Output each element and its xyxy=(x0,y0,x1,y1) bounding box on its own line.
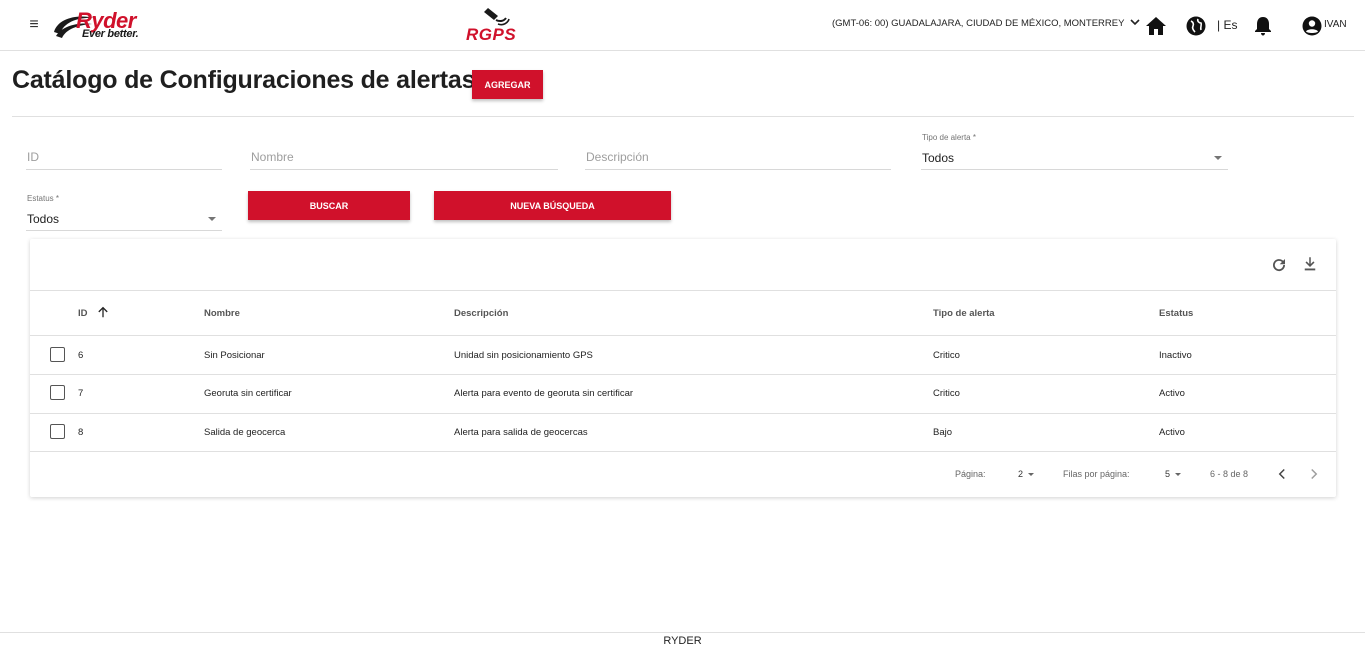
alert-type-label: Tipo de alerta * xyxy=(922,133,976,142)
cell-alert-type: Critico xyxy=(933,388,960,399)
timezone-select[interactable]: (GMT-06: 00) GUADALAJARA, CIUDAD DE MÉXI… xyxy=(832,18,1140,29)
status-select[interactable]: Estatus * Todos xyxy=(26,194,222,231)
column-header-name[interactable]: Nombre xyxy=(204,308,240,319)
search-button[interactable]: BUSCAR xyxy=(248,191,410,220)
footer-text: RYDER xyxy=(663,635,702,647)
row-checkbox[interactable] xyxy=(50,385,65,400)
page-title: Catálogo de Configuraciones de alertas xyxy=(12,66,476,94)
dropdown-caret-icon xyxy=(208,217,216,221)
cell-id: 6 xyxy=(78,350,84,361)
cell-alert-type: Bajo xyxy=(933,427,953,438)
column-header-id[interactable]: ID xyxy=(78,308,88,319)
id-field[interactable]: ID xyxy=(26,150,222,170)
new-search-button[interactable]: NUEVA BÚSQUEDA xyxy=(434,191,671,220)
cell-description: Alerta para salida de geocercas xyxy=(454,427,588,438)
column-header-status[interactable]: Estatus xyxy=(1159,308,1193,319)
ryder-logo[interactable]: Ryder Ever better. xyxy=(52,8,172,42)
rgps-logo: RGPS xyxy=(466,8,526,44)
name-placeholder: Nombre xyxy=(251,150,294,164)
id-placeholder: ID xyxy=(27,150,39,164)
name-field[interactable]: Nombre xyxy=(250,150,558,170)
download-icon[interactable] xyxy=(1301,255,1319,273)
column-header-alert-type[interactable]: Tipo de alerta xyxy=(933,308,995,319)
row-checkbox[interactable] xyxy=(50,347,65,362)
menu-icon[interactable]: ≡ xyxy=(26,14,42,36)
rows-per-page-label: Filas por página: xyxy=(1063,469,1130,479)
home-icon[interactable] xyxy=(1144,14,1168,38)
rows-per-page-value: 5 xyxy=(1165,469,1171,479)
dropdown-caret-icon xyxy=(1028,473,1035,477)
sort-ascending-icon[interactable] xyxy=(96,305,110,319)
add-button[interactable]: AGREGAR xyxy=(472,70,543,99)
cell-id: 7 xyxy=(78,388,84,399)
description-field[interactable]: Descripción xyxy=(585,150,891,170)
next-page-icon[interactable] xyxy=(1305,465,1323,483)
cell-description: Unidad sin posicionamiento GPS xyxy=(454,350,593,361)
table-toolbar-divider xyxy=(30,290,1336,291)
alerts-table-card: ID Nombre Descripción Tipo de alerta Est… xyxy=(30,239,1336,497)
description-placeholder: Descripción xyxy=(586,150,649,164)
row-divider xyxy=(30,413,1336,414)
dropdown-caret-icon xyxy=(1214,156,1222,160)
header-divider xyxy=(30,335,1336,336)
cell-alert-type: Critico xyxy=(933,350,960,361)
account-icon[interactable] xyxy=(1300,14,1324,38)
cell-name: Sin Posicionar xyxy=(204,350,265,361)
row-divider xyxy=(30,451,1336,452)
ryder-logo-tagline: Ever better. xyxy=(82,28,139,40)
row-checkbox[interactable] xyxy=(50,424,65,439)
refresh-icon[interactable] xyxy=(1270,256,1288,274)
page-value: 2 xyxy=(1018,469,1024,479)
cell-status: Activo xyxy=(1159,427,1185,438)
cell-status: Inactivo xyxy=(1159,350,1192,361)
cell-name: Salida de geocerca xyxy=(204,427,286,438)
language-selector[interactable]: | Es xyxy=(1217,18,1237,32)
status-label: Estatus * xyxy=(27,194,60,203)
alert-type-value: Todos xyxy=(922,151,955,165)
cell-name: Georuta sin certificar xyxy=(204,388,292,399)
dropdown-caret-icon xyxy=(1175,473,1182,477)
cell-id: 8 xyxy=(78,427,84,438)
globe-icon[interactable] xyxy=(1184,14,1208,38)
cell-status: Activo xyxy=(1159,388,1185,399)
title-divider xyxy=(12,116,1354,117)
footer: RYDER xyxy=(0,632,1365,655)
top-app-bar: ≡ Ryder Ever better. RGPS (GMT-06: 00) G… xyxy=(0,0,1365,51)
rows-per-page-select[interactable]: 5 xyxy=(1165,469,1182,479)
previous-page-icon[interactable] xyxy=(1273,465,1291,483)
row-divider xyxy=(30,374,1336,375)
chevron-down-icon xyxy=(1130,18,1140,29)
cell-description: Alerta para evento de georuta sin certif… xyxy=(454,388,634,399)
user-name[interactable]: IVAN xyxy=(1324,19,1347,30)
status-value: Todos xyxy=(27,212,60,226)
rgps-logo-text: RGPS xyxy=(466,25,517,44)
page-select[interactable]: 2 xyxy=(1018,469,1035,479)
bell-icon[interactable] xyxy=(1251,14,1275,38)
page-label: Página: xyxy=(955,469,986,479)
column-header-description[interactable]: Descripción xyxy=(454,308,508,319)
timezone-value: (GMT-06: 00) GUADALAJARA, CIUDAD DE MÉXI… xyxy=(832,18,1125,29)
alert-type-select[interactable]: Tipo de alerta * Todos xyxy=(921,133,1228,170)
page-range: 6 - 8 de 8 xyxy=(1210,469,1249,479)
